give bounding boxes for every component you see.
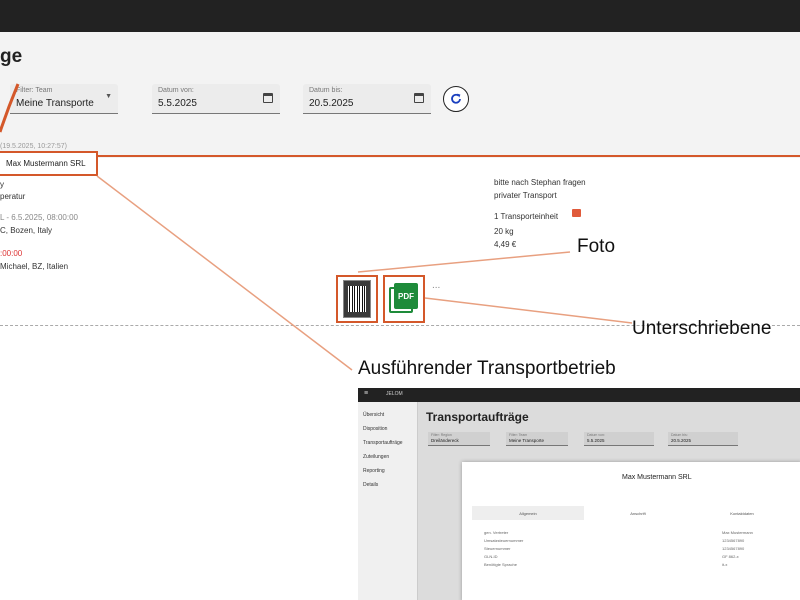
embedded-filter[interactable]: Filter: Region Dreiländereck — [428, 432, 490, 446]
dialog-label: Umsatzsteuernummer — [484, 538, 524, 543]
order-delivery-time: :00:00 — [0, 249, 23, 258]
dialog-value: 1234567890 — [722, 546, 745, 551]
dialog-label: Steuernummer — [484, 546, 511, 551]
team-filter-select[interactable]: Filter: Team Meine Transporte ▼ — [10, 84, 118, 114]
signed-callout: Unterschriebene — [632, 318, 772, 339]
menu-icon[interactable]: ≡ — [364, 390, 368, 397]
embedded-filter-value: Dreiländereck — [431, 438, 459, 443]
dialog-tab[interactable]: Kontaktdaten — [692, 506, 792, 520]
carrier-highlight: Max Mustermann SRL — [0, 151, 98, 176]
sidebar-item[interactable]: Details — [363, 482, 378, 488]
order-pickup-time: L - 6.5.2025, 08:00:00 — [0, 213, 78, 222]
date-from-label: Datum von: — [158, 87, 194, 94]
embedded-filter-label: Datum von: — [587, 433, 605, 437]
embedded-filter[interactable]: Filter: Team Meine Transporte — [506, 432, 568, 446]
embedded-filter[interactable]: Datum bis: 20.5.2025 — [668, 432, 738, 446]
top-app-bar — [0, 0, 800, 32]
dialog-title: Max Mustermann SRL — [622, 474, 692, 481]
dialog-label: Benötigte Sprache — [484, 562, 517, 567]
embedded-filter[interactable]: Datum von: 5.5.2025 — [584, 432, 654, 446]
order-note: privater Transport — [494, 191, 557, 200]
carrier-company-link[interactable]: Max Mustermann SRL — [6, 159, 86, 168]
team-filter-label: Filter: Team — [16, 87, 53, 94]
dialog-value: it-x — [722, 562, 728, 567]
dialog-label: GLN-ID — [484, 554, 498, 559]
team-filter-value: Meine Transporte — [16, 98, 94, 109]
embedded-page-title: Transportaufträge — [426, 410, 529, 424]
photo-callout: Foto — [577, 236, 616, 257]
embedded-filter-value: Meine Transporte — [509, 438, 545, 443]
box-icon[interactable] — [572, 209, 581, 217]
embedded-logo: JELOM — [386, 391, 403, 397]
embedded-filter-value: 5.5.2025 — [587, 438, 605, 443]
date-from-field[interactable]: Datum von: 5.5.2025 — [152, 84, 280, 114]
sidebar-item[interactable]: Übersicht — [363, 412, 384, 418]
embedded-sidebar: Übersicht Disposition Transportaufträge … — [358, 402, 418, 600]
calendar-icon[interactable] — [263, 93, 273, 103]
dialog-tab[interactable]: Anschrift — [588, 506, 688, 520]
more-options-icon[interactable]: ... — [432, 280, 440, 291]
date-to-value: 20.5.2025 — [309, 98, 354, 109]
carrier-callout: Ausführender Transportbetrieb — [358, 358, 616, 379]
order-timestamp: (19.5.2025, 10:27:57) — [0, 143, 67, 150]
dialog-value: GF 862-x — [722, 554, 739, 559]
sidebar-item[interactable]: Reporting — [363, 468, 385, 474]
dialog-value: 1234567890 — [722, 538, 745, 543]
order-note: bitte nach Stephan fragen — [494, 178, 586, 187]
date-to-label: Datum bis: — [309, 87, 343, 94]
date-from-value: 5.5.2025 — [158, 98, 197, 109]
order-detail-line: peratur — [0, 192, 26, 201]
embedded-company-dialog: Max Mustermann SRL Allgemein Anschrift K… — [462, 462, 800, 600]
order-delivery-location: Michael, BZ, Italien — [0, 262, 69, 271]
sidebar-item[interactable]: Zuteilungen — [363, 454, 389, 460]
order-price: 4,49 € — [494, 240, 517, 249]
transport-units: 1 Transporteinheit — [494, 212, 559, 221]
chevron-down-icon: ▼ — [105, 93, 112, 100]
order-weight: 20 kg — [494, 227, 514, 236]
highlight-line — [0, 155, 800, 157]
pdf-icon: PDF — [389, 283, 419, 315]
dialog-label: gen. Vertreter — [484, 530, 509, 535]
refresh-icon — [451, 93, 461, 104]
embedded-filter-label: Filter: Region — [431, 433, 452, 437]
photo-thumbnail[interactable] — [336, 275, 378, 323]
dialog-tab[interactable]: Allgemein — [472, 506, 584, 520]
sidebar-item[interactable]: Disposition — [363, 426, 387, 432]
signed-pdf-thumbnail[interactable]: PDF — [383, 275, 425, 323]
sidebar-item[interactable]: Transportaufträge — [363, 440, 403, 446]
order-detail-line: y — [0, 180, 4, 189]
embedded-screenshot: ≡ JELOM Übersicht Disposition Transporta… — [358, 388, 800, 600]
page-title: ge — [0, 46, 23, 67]
dialog-value: Max Mustermann — [722, 530, 753, 535]
embedded-filter-label: Filter: Team — [509, 433, 528, 437]
date-to-field[interactable]: Datum bis: 20.5.2025 — [303, 84, 431, 114]
photo-image — [343, 280, 371, 318]
order-pickup-location: C, Bozen, Italy — [0, 226, 53, 235]
embedded-filter-label: Datum bis: — [671, 433, 688, 437]
calendar-icon[interactable] — [414, 93, 424, 103]
refresh-button[interactable] — [443, 86, 469, 112]
embedded-filter-value: 20.5.2025 — [671, 438, 692, 443]
barcode-icon — [348, 286, 366, 312]
embedded-top-bar: ≡ JELOM — [358, 388, 800, 402]
